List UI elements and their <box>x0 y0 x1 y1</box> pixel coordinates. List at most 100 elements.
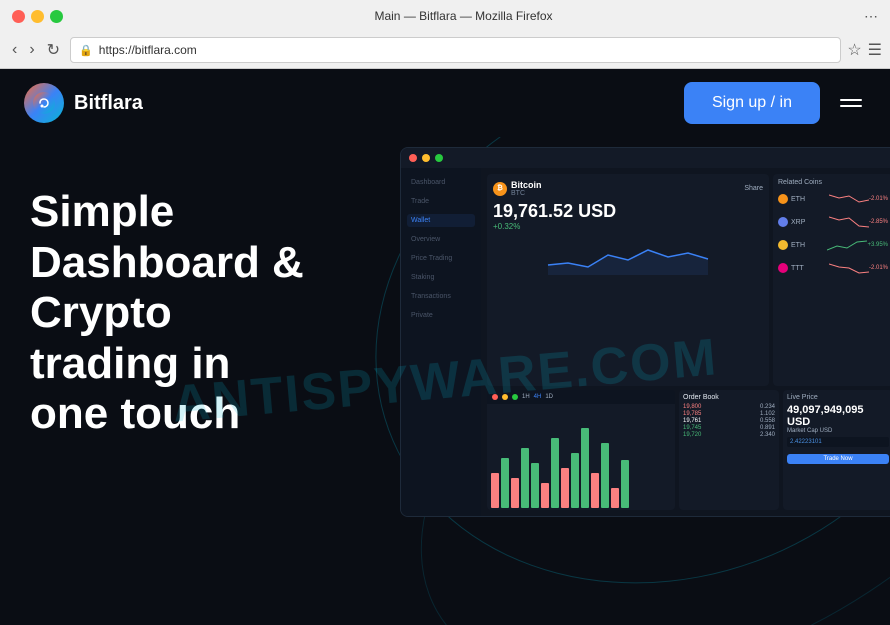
browser-menu-button[interactable]: ☰ <box>868 40 882 60</box>
related-coin-icon-ttt <box>778 263 788 273</box>
logo-text: Bitflara <box>74 92 143 115</box>
sidebar-item-price-trading[interactable]: Price Trading <box>407 252 475 265</box>
window-close-button[interactable] <box>12 10 25 23</box>
candle-4 <box>521 448 529 508</box>
reload-button[interactable]: ↻ <box>43 38 64 62</box>
logo-area: Bitflara <box>24 83 143 123</box>
candle-2 <box>501 458 509 508</box>
coin-panel: ₿ Bitcoin BTC Share 19,761.52 USD +0.32% <box>487 174 769 386</box>
title-bar-right: ⋯ <box>864 8 878 25</box>
nav-right: Sign up / in <box>684 82 866 124</box>
browser-chrome: Main — Bitflara — Mozilla Firefox ⋯ ‹ › … <box>0 0 890 69</box>
coin-header: ₿ Bitcoin BTC Share <box>493 180 763 197</box>
dash-top-row: ₿ Bitcoin BTC Share 19,761.52 USD +0.32% <box>487 174 890 386</box>
ob-sell-price-1: 19,800 <box>683 404 701 410</box>
dash-body: Dashboard Trade Wallet Overview Price Tr… <box>401 168 890 516</box>
candle-10 <box>581 428 589 508</box>
related-coin-icon-eth <box>778 240 788 250</box>
related-spark-3 <box>827 236 867 254</box>
coin-ticker: BTC <box>511 190 542 197</box>
lock-icon: 🔒 <box>79 44 93 57</box>
sidebar-item-trade[interactable]: Trade <box>407 195 475 208</box>
candle-12 <box>601 443 609 508</box>
ob-sell-price-2: 19,785 <box>683 411 701 417</box>
coin-change: +0.32% <box>493 222 763 231</box>
ob-row-2: 19,785 1.102 <box>683 411 775 417</box>
sidebar-item-transactions[interactable]: Transactions <box>407 290 475 303</box>
forward-button[interactable]: › <box>25 38 38 62</box>
related-title: Related Coins <box>778 179 888 186</box>
dash-main: ₿ Bitcoin BTC Share 19,761.52 USD +0.32% <box>481 168 890 516</box>
dash-dot-green <box>435 154 443 162</box>
candle-8 <box>561 468 569 508</box>
title-bar-menu-button[interactable]: ⋯ <box>864 8 878 25</box>
address-bar-right: ☆ ☰ <box>847 40 882 60</box>
ticker-title: Live Price <box>787 394 889 401</box>
back-button[interactable]: ‹ <box>8 38 21 62</box>
ob-size-4: 0.891 <box>760 425 775 431</box>
sidebar-item-private[interactable]: Private <box>407 309 475 322</box>
sidebar-item-dashboard[interactable]: Dashboard <box>407 176 475 189</box>
tp-header: 1H 4H 1D <box>487 390 675 404</box>
candle-13 <box>611 488 619 508</box>
related-row-1: ETH -2.01% <box>778 190 888 208</box>
ticker-panel: Live Price 49,097,949,095 USD Market Cap… <box>783 390 890 510</box>
related-coin-name-2: XRP <box>791 219 829 226</box>
window-maximize-button[interactable] <box>50 10 63 23</box>
dash-bottom-row: 1H 4H 1D <box>487 390 890 510</box>
candle-3 <box>511 478 519 508</box>
trading-panel: 1H 4H 1D <box>487 390 675 510</box>
coin-price: 19,761.52 USD <box>493 201 763 222</box>
url-bar[interactable]: 🔒 https://bitflara.com <box>70 37 841 63</box>
sidebar-item-staking[interactable]: Staking <box>407 271 475 284</box>
window-controls <box>12 10 63 23</box>
ob-size-5: 2.340 <box>760 432 775 438</box>
ob-row-1: 19,800 0.234 <box>683 404 775 410</box>
site-nav: Bitflara Sign up / in <box>0 69 890 137</box>
related-spark-2 <box>829 213 869 231</box>
tp-dot-3 <box>512 394 518 400</box>
hero-section: ANTISPYWARE.COM Simple Dashboard & Crypt… <box>0 137 890 625</box>
related-coin-name-4: TTT <box>791 265 829 272</box>
related-row-2: XRP -2.85% <box>778 213 888 231</box>
window-minimize-button[interactable] <box>31 10 44 23</box>
window-controls-group <box>12 10 63 23</box>
ob-size-2: 1.102 <box>760 411 775 417</box>
candle-1 <box>491 473 499 508</box>
candle-7 <box>551 438 559 508</box>
ob-mid-price: 19,761 <box>683 418 701 424</box>
candle-5 <box>531 463 539 508</box>
sidebar-item-overview[interactable]: Overview <box>407 233 475 246</box>
trade-now-button[interactable]: Trade Now <box>787 454 889 464</box>
coin-name: Bitcoin <box>511 180 542 190</box>
bookmark-button[interactable]: ☆ <box>847 40 861 60</box>
chart-tab-1d: 1D <box>545 394 553 400</box>
menu-line-1 <box>840 99 862 101</box>
window-title: Main — Bitflara — Mozilla Firefox <box>63 9 864 23</box>
ob-row-3: 19,761 0.558 <box>683 418 775 424</box>
dash-titlebar <box>401 148 890 168</box>
orderbook-title: Order Book <box>683 394 775 401</box>
chart-tab: 1H <box>522 394 530 400</box>
signup-button[interactable]: Sign up / in <box>684 82 820 124</box>
related-spark-1 <box>829 190 869 208</box>
sidebar-item-wallet[interactable]: Wallet <box>407 214 475 227</box>
ob-size-1: 0.234 <box>760 404 775 410</box>
dash-dot-red <box>409 154 417 162</box>
related-row-3: ETH +3.95% <box>778 236 888 254</box>
dash-sidebar: Dashboard Trade Wallet Overview Price Tr… <box>401 168 481 516</box>
candle-6 <box>541 483 549 508</box>
related-change-1: -2.01% <box>869 196 888 202</box>
bitcoin-icon: ₿ <box>493 182 507 196</box>
ticker-address: 2.42223101 <box>787 437 889 447</box>
candle-11 <box>591 473 599 508</box>
related-coins-panel: Related Coins ETH -2.01% <box>773 174 890 386</box>
related-change-4: -2.01% <box>869 265 888 271</box>
hamburger-menu-button[interactable] <box>836 95 866 111</box>
related-change-3: +3.95% <box>867 242 888 248</box>
dash-dot-yellow <box>422 154 430 162</box>
related-coin-name-3: ETH <box>791 242 827 249</box>
orderbook-panel: Order Book 19,800 0.234 19,785 1.102 <box>679 390 779 510</box>
hero-text: Simple Dashboard & Crypto trading in one… <box>30 167 304 440</box>
related-coin-icon-xrp <box>778 217 788 227</box>
